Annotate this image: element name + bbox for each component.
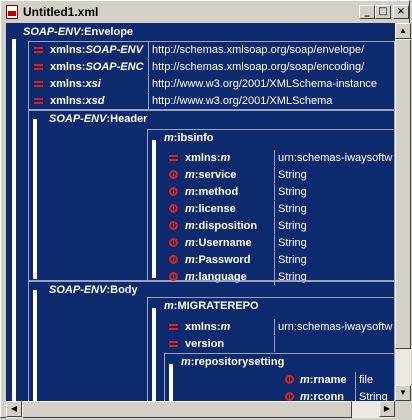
attr-row[interactable]: xmlns:xsi http://www.w3.org/2001/XMLSche… xyxy=(29,76,395,92)
attribute-icon xyxy=(169,339,178,348)
migraterepo-element-box: m:MIGRATEREPO xmlns:m urn:schemas-iwayso… xyxy=(147,297,395,418)
attribute-icon xyxy=(169,153,178,162)
attr-name: xmlns:m xyxy=(185,152,231,164)
attr-row[interactable]: xmlns:SOAP-ENC http://schemas.xmlsoap.or… xyxy=(29,59,395,75)
element-icon xyxy=(285,392,294,401)
header-collapse-rail[interactable] xyxy=(33,119,37,279)
attr-value[interactable]: http://www.w3.org/2001/XMLSchema xyxy=(149,93,394,109)
element-name: m:license xyxy=(185,203,236,215)
attr-name: xmlns:xsi xyxy=(50,78,101,90)
attr-value[interactable]: http://www.w3.org/2001/XMLSchema-instanc… xyxy=(149,76,394,92)
maximize-button[interactable]: □ xyxy=(375,5,391,19)
attr-name: version xyxy=(185,338,225,350)
attr-value[interactable] xyxy=(275,336,395,352)
ibsinfo-collapse-rail[interactable] xyxy=(152,140,156,278)
attr-value[interactable]: urn:schemas-iwaysoftw xyxy=(275,319,395,335)
attr-row[interactable]: xmlns:m urn:schemas-iwaysoftw xyxy=(164,150,395,166)
attribute-icon xyxy=(34,96,43,105)
title-bar[interactable]: Untitled1.xml _ □ × xyxy=(3,3,409,21)
element-name: m:method xyxy=(185,186,239,198)
element-row[interactable]: m:disposition String xyxy=(164,218,395,234)
element-icon xyxy=(169,170,178,179)
envelope-prefix: SOAP-ENV xyxy=(23,26,81,38)
element-value[interactable]: String xyxy=(275,218,395,234)
element-icon xyxy=(169,221,178,230)
element-icon xyxy=(285,375,294,384)
element-row[interactable]: m:Username String xyxy=(164,235,395,251)
element-row[interactable]: m:method String xyxy=(164,184,395,200)
attr-name: xmlns:xsd xyxy=(50,95,105,107)
scroll-down-arrow-icon[interactable]: ▼ xyxy=(395,385,411,401)
ibsinfo-element[interactable]: m:ibsinfo xyxy=(164,132,214,144)
scroll-left-arrow-icon[interactable]: ◀ xyxy=(6,401,22,417)
body-element-box: SOAP-ENV:Body m:MIGRATEREPO xmlns:m urn:… xyxy=(28,281,395,418)
element-row[interactable]: m:Password String xyxy=(164,252,395,268)
attr-value[interactable]: urn:schemas-iwaysoftw xyxy=(275,150,395,166)
attr-row[interactable]: version xyxy=(164,336,395,352)
header-element-box: SOAP-ENV:Header m:ibsinfo xmlns:m urn:sc… xyxy=(28,110,395,285)
element-icon xyxy=(169,238,178,247)
element-row[interactable]: m:rname file xyxy=(281,372,395,388)
repositorysetting-element[interactable]: m:repositorysetting xyxy=(181,356,284,368)
attribute-icon xyxy=(34,79,43,88)
migraterepo-element[interactable]: m:MIGRATEREPO xyxy=(164,300,259,312)
attr-row[interactable]: xmlns:m urn:schemas-iwaysoftw xyxy=(164,319,395,335)
scroll-right-arrow-icon[interactable]: ▶ xyxy=(379,401,395,417)
element-name: m:Username xyxy=(185,237,252,249)
attribute-icon xyxy=(34,45,43,54)
attribute-icon xyxy=(34,62,43,71)
attr-value[interactable]: http://schemas.xmlsoap.org/soap/envelope… xyxy=(149,42,394,58)
header-element[interactable]: SOAP-ENV:Header xyxy=(49,113,147,125)
element-icon xyxy=(169,255,178,264)
envelope-local: Envelope xyxy=(84,26,134,38)
body-element[interactable]: SOAP-ENV:Body xyxy=(49,284,138,296)
minimize-button[interactable]: _ xyxy=(359,5,375,19)
body-collapse-rail[interactable] xyxy=(33,290,37,418)
xml-editor-window: Untitled1.xml _ □ × SOAP-ENV:Envelope xm… xyxy=(0,0,411,418)
envelope-element[interactable]: SOAP-ENV:Envelope xyxy=(23,26,133,38)
horizontal-scrollbar[interactable]: ◀ ▶ xyxy=(6,401,395,418)
element-name: m:service xyxy=(185,169,237,181)
resize-grip[interactable] xyxy=(395,401,411,418)
envelope-collapse-rail[interactable] xyxy=(12,39,16,418)
scroll-up-arrow-icon[interactable]: ▲ xyxy=(395,23,411,39)
element-value[interactable]: String xyxy=(275,201,395,217)
horizontal-scroll-thumb[interactable] xyxy=(22,401,352,418)
attr-row[interactable]: xmlns:SOAP-ENV http://schemas.xmlsoap.or… xyxy=(29,42,395,58)
element-value[interactable]: String xyxy=(275,184,395,200)
attr-row[interactable]: xmlns:xsd http://www.w3.org/2001/XMLSche… xyxy=(29,93,395,109)
window-title: Untitled1.xml xyxy=(23,5,99,19)
element-name: m:disposition xyxy=(185,220,258,232)
xml-document-icon xyxy=(6,5,18,19)
element-value[interactable]: String xyxy=(275,167,395,183)
element-value[interactable]: file xyxy=(356,372,395,388)
envelope-attributes: xmlns:SOAP-ENV http://schemas.xmlsoap.or… xyxy=(28,41,395,110)
element-value[interactable]: String xyxy=(275,252,395,268)
ibsinfo-element-box: m:ibsinfo xmlns:m urn:schemas-iwaysoftw … xyxy=(147,129,395,285)
attr-name: xmlns:SOAP-ENC xyxy=(50,61,144,73)
attr-name: xmlns:SOAP-ENV xyxy=(50,44,143,56)
element-value[interactable]: String xyxy=(275,235,395,251)
attr-value[interactable]: http://schemas.xmlsoap.org/soap/encoding… xyxy=(149,59,394,75)
close-button[interactable]: × xyxy=(393,5,409,19)
element-icon xyxy=(169,272,178,281)
attribute-icon xyxy=(169,322,178,331)
vertical-scroll-thumb[interactable] xyxy=(395,39,411,349)
element-name: m:rname xyxy=(300,374,347,386)
element-name: m:Password xyxy=(185,254,251,266)
attr-name: xmlns:m xyxy=(185,321,231,333)
element-row[interactable]: m:service String xyxy=(164,167,395,183)
element-row[interactable]: m:license String xyxy=(164,201,395,217)
element-icon xyxy=(169,204,178,213)
grid-view: SOAP-ENV:Envelope xmlns:SOAP-ENV http://… xyxy=(6,23,395,418)
element-icon xyxy=(169,187,178,196)
vertical-scrollbar[interactable]: ▲ ▼ xyxy=(395,23,411,401)
